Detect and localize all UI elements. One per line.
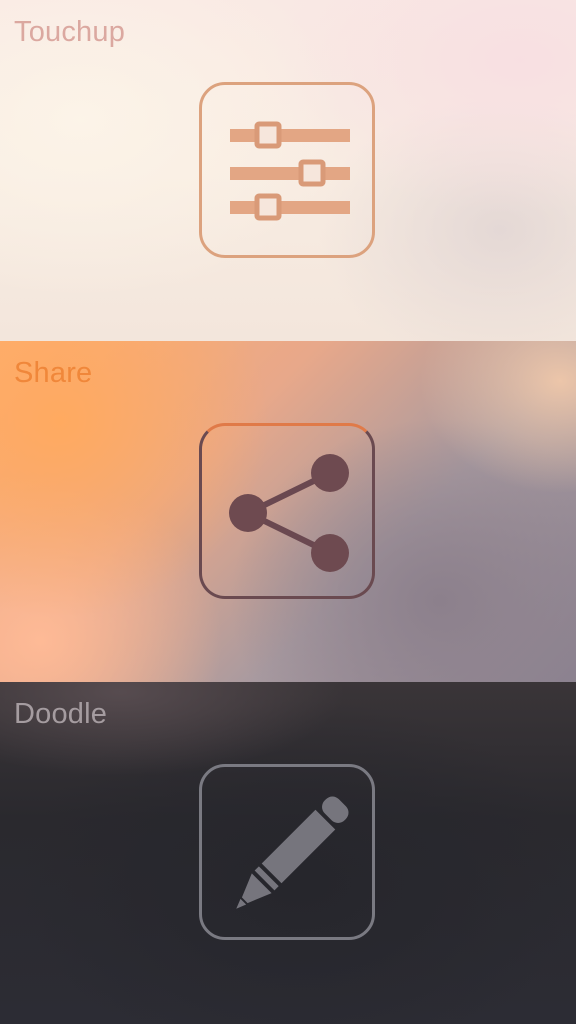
share-icon	[229, 454, 349, 572]
doodle-button[interactable]	[199, 764, 375, 940]
share-title: Share	[14, 357, 93, 389]
touchup-panel[interactable]: Touchup	[0, 0, 576, 341]
edit-menu-screen: Touchup Share Doodle	[0, 0, 576, 1024]
touchup-button[interactable]	[199, 82, 375, 258]
touchup-title: Touchup	[14, 16, 126, 48]
pencil-icon	[236, 796, 349, 909]
doodle-panel[interactable]: Doodle	[0, 682, 576, 1024]
share-panel[interactable]: Share	[0, 341, 576, 682]
sliders-icon	[230, 121, 350, 221]
share-button[interactable]	[199, 423, 375, 599]
doodle-title: Doodle	[14, 698, 108, 730]
